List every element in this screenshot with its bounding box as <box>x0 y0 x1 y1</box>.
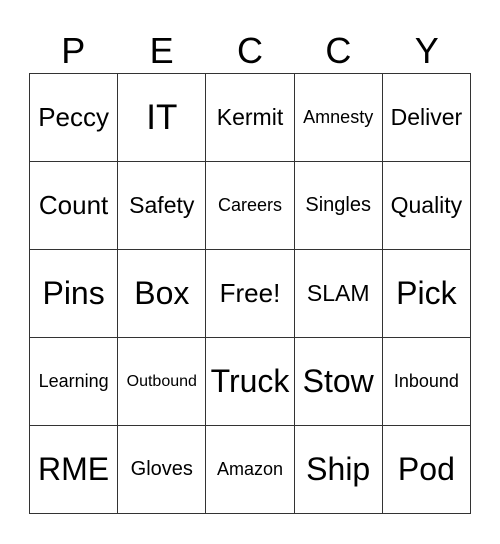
bingo-cell[interactable]: Ship <box>294 426 383 514</box>
bingo-cell[interactable]: Singles <box>294 162 383 250</box>
header-letter: P <box>61 30 86 71</box>
bingo-cell[interactable]: Outbound <box>118 338 207 426</box>
header-letter: C <box>325 30 352 71</box>
header-letter: E <box>149 30 174 71</box>
bingo-cell[interactable]: Pod <box>382 426 471 514</box>
bingo-cell[interactable]: Learning <box>30 338 119 426</box>
free-space[interactable]: Free! <box>206 250 295 338</box>
bingo-cell[interactable]: IT <box>118 74 207 162</box>
bingo-cell[interactable]: Gloves <box>118 426 207 514</box>
bingo-cell[interactable]: Peccy <box>30 74 119 162</box>
bingo-cell[interactable]: Pins <box>30 250 119 338</box>
bingo-cell[interactable]: Stow <box>294 338 383 426</box>
header-letter: Y <box>414 30 439 71</box>
bingo-cell[interactable]: Count <box>30 162 119 250</box>
bingo-cell[interactable]: Deliver <box>382 74 471 162</box>
bingo-cell[interactable]: Careers <box>206 162 295 250</box>
bingo-cell[interactable]: Pick <box>382 250 471 338</box>
bingo-cell[interactable]: Quality <box>382 162 471 250</box>
bingo-cell[interactable]: Amazon <box>206 426 295 514</box>
bingo-cell[interactable]: Amnesty <box>294 74 383 162</box>
bingo-cell[interactable]: RME <box>30 426 119 514</box>
bingo-cell[interactable]: Box <box>118 250 207 338</box>
bingo-cell[interactable]: Safety <box>118 162 207 250</box>
header-letter: C <box>236 30 263 71</box>
bingo-cell[interactable]: Truck <box>206 338 295 426</box>
bingo-cell[interactable]: Kermit <box>206 74 295 162</box>
bingo-header: P E C C Y <box>29 28 471 73</box>
bingo-cell[interactable]: SLAM <box>294 250 383 338</box>
bingo-cell[interactable]: Inbound <box>382 338 471 426</box>
bingo-card: Peccy IT Kermit Amnesty Deliver Count Sa… <box>29 73 471 514</box>
